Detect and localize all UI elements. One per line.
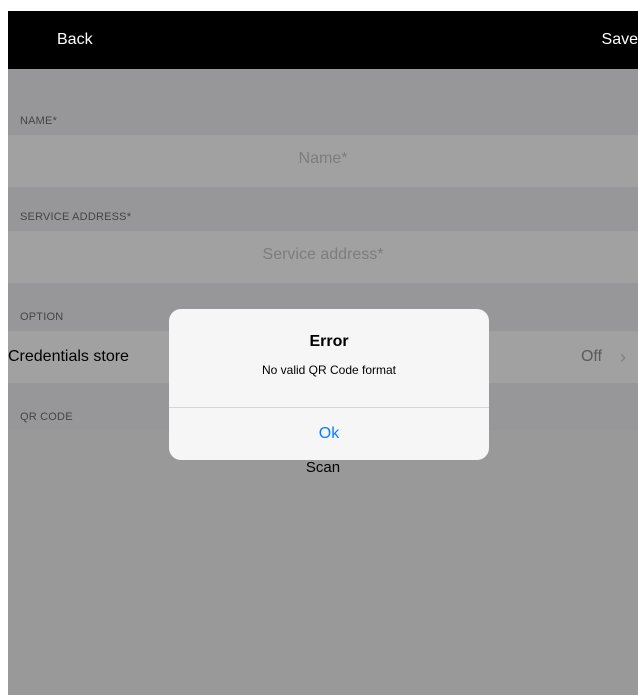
back-button[interactable]: Back [57,11,93,69]
ok-button[interactable]: Ok [169,408,489,460]
navigation-bar: Back Save [8,11,638,69]
alert-message: No valid QR Code format [261,363,397,377]
alert-title: Error [309,333,349,350]
error-alert-dialog: Error No valid QR Code format Ok [169,309,489,460]
app-screen: Back Save NAME* Name* SERVICE ADDRESS* S… [8,11,638,695]
save-button[interactable]: Save [578,11,638,69]
